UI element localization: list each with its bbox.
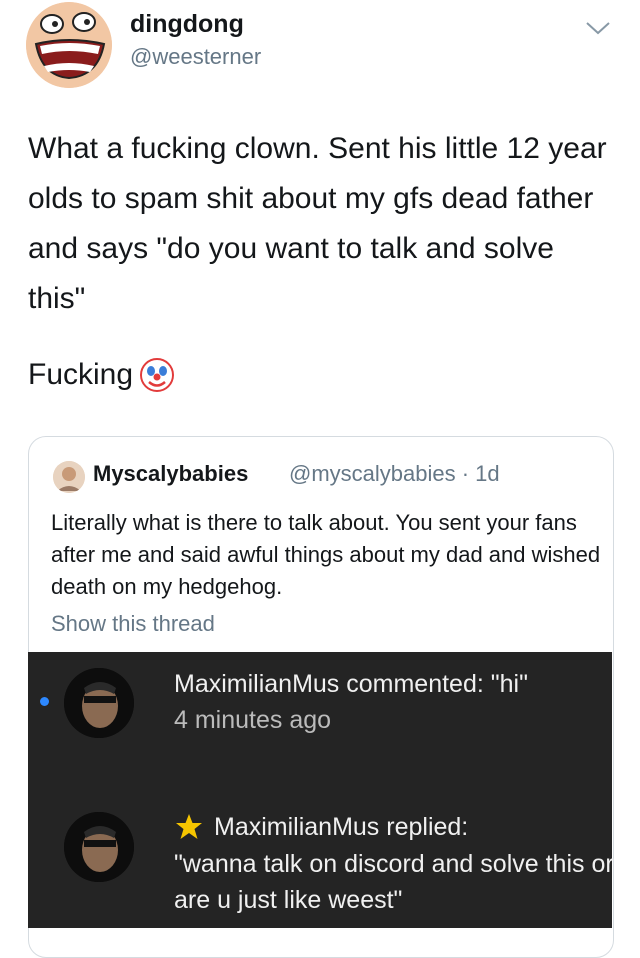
quoted-tweet-text: Literally what is there to talk about. Y… — [51, 510, 601, 599]
chevron-down-icon[interactable] — [584, 18, 612, 38]
smiling-face-icon — [26, 2, 112, 88]
clown-face-icon — [140, 358, 175, 392]
quoted-author-avatar[interactable] — [53, 461, 85, 493]
author-handle[interactable]: @weesterner — [130, 44, 261, 70]
star-icon — [176, 814, 202, 839]
profile-photo-icon — [53, 461, 85, 493]
tweet-text: What a fucking clown. Sent his little 12… — [28, 132, 607, 315]
show-thread-link[interactable]: Show this thread — [51, 611, 215, 637]
notification-avatar[interactable] — [64, 668, 134, 738]
author-name[interactable]: dingdong — [130, 10, 244, 39]
notification-panel: MaximilianMus commented: "hi" 4 minutes … — [28, 652, 614, 928]
quoted-author-meta: @myscalybabies · 1d — [289, 461, 500, 486]
profile-photo-icon — [64, 812, 134, 882]
notification-reply-label: MaximilianMus replied: — [214, 812, 469, 841]
quoted-author-name[interactable]: Myscalybabies — [93, 461, 248, 487]
notification-comment[interactable]: MaximilianMus commented: "hi" — [174, 670, 528, 699]
tweet-header: dingdong @weesterner — [0, 0, 640, 100]
notification-avatar[interactable] — [64, 812, 134, 882]
profile-photo-icon — [64, 668, 134, 738]
unread-dot — [40, 697, 49, 706]
notification-time: 4 minutes ago — [174, 706, 332, 734]
notification-reply-text: "wanna talk on discord and solve this or… — [174, 850, 614, 914]
author-avatar[interactable] — [26, 2, 112, 88]
tweet-second-line: Fucking — [28, 350, 175, 400]
notification-reply-header[interactable]: MaximilianMus replied: — [174, 812, 468, 842]
tweet-second-line-text: Fucking — [28, 358, 134, 391]
